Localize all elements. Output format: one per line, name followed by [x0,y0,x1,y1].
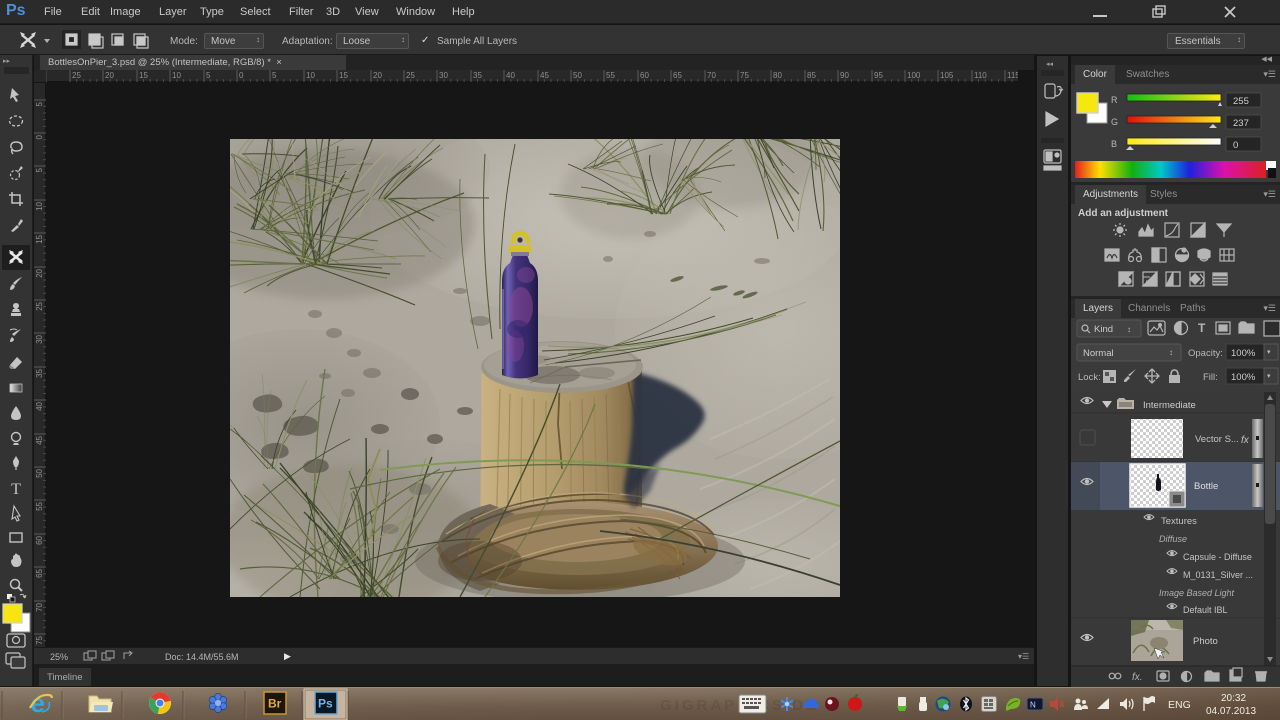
svg-text:0: 0 [1233,140,1238,151]
svg-text:15: 15 [339,71,348,80]
svg-text:80: 80 [773,71,782,80]
svg-text:70: 70 [35,602,44,611]
svg-text:35: 35 [35,368,44,377]
svg-text:▸▸: ▸▸ [3,58,11,65]
svg-text:fx.: fx. [1132,672,1143,683]
svg-text:10: 10 [172,71,181,80]
svg-text:Br: Br [268,697,282,711]
svg-text:0: 0 [35,134,44,139]
svg-text:10: 10 [306,71,315,80]
svg-text:70: 70 [707,71,716,80]
svg-text:Image Based Light: Image Based Light [1159,588,1235,598]
svg-text:04.07.2013: 04.07.2013 [1206,706,1256,717]
svg-text:25: 25 [35,301,44,310]
svg-text:10: 10 [35,201,44,210]
svg-text:Bottle: Bottle [1194,481,1218,492]
svg-text:5: 5 [272,71,277,80]
svg-text:95: 95 [874,71,883,80]
svg-text:237: 237 [1233,118,1249,129]
svg-text:Fill:: Fill: [1203,372,1218,383]
svg-text:Default IBL: Default IBL [1183,605,1228,615]
svg-text:N: N [1030,701,1036,710]
svg-text:fx: fx [1241,435,1250,446]
svg-text:Lock:: Lock: [1078,372,1101,383]
svg-text:20: 20 [373,71,382,80]
svg-text:Diffuse: Diffuse [1159,534,1187,544]
svg-text:20: 20 [35,268,44,277]
svg-text:B: B [1111,139,1117,149]
svg-text:25: 25 [406,71,415,80]
svg-text:255: 255 [1233,96,1249,107]
svg-text:50: 50 [35,468,44,477]
svg-text:30: 30 [35,334,44,343]
svg-text:60: 60 [35,535,44,544]
svg-text:R: R [1111,95,1118,105]
svg-text:Textures: Textures [1161,516,1197,527]
svg-text:0: 0 [239,71,244,80]
svg-text:ENG: ENG [1168,699,1191,711]
svg-text:↕: ↕ [1127,325,1131,334]
svg-text:100: 100 [907,71,921,80]
svg-text:45: 45 [35,435,44,444]
svg-text:↕: ↕ [1169,348,1173,357]
svg-text:60: 60 [640,71,649,80]
svg-text:Opacity:: Opacity: [1188,348,1223,359]
svg-text:5: 5 [206,71,211,80]
svg-text:115: 115 [1007,71,1018,80]
svg-text:105: 105 [940,71,954,80]
svg-text:5: 5 [35,101,44,106]
svg-text:50: 50 [573,71,582,80]
svg-text:65: 65 [673,71,682,80]
svg-text:45: 45 [540,71,549,80]
svg-text:75: 75 [35,635,44,644]
svg-text:55: 55 [35,501,44,510]
svg-text:T: T [11,481,21,498]
svg-text:5: 5 [35,167,44,172]
svg-text:G: G [1111,117,1118,127]
svg-text:90: 90 [840,71,849,80]
svg-text:15: 15 [35,234,44,243]
svg-text:55: 55 [606,71,615,80]
svg-text:Intermediate: Intermediate [1143,400,1196,411]
svg-text:T: T [1198,321,1206,335]
svg-text:Kind: Kind [1094,324,1113,335]
svg-text:▾: ▾ [1267,373,1271,380]
svg-text:Ps: Ps [318,697,333,711]
svg-text:Normal: Normal [1083,348,1114,359]
svg-text:Add an adjustment: Add an adjustment [1078,208,1169,219]
svg-text:65: 65 [35,568,44,577]
svg-text:20: 20 [105,71,114,80]
svg-text:Photo: Photo [1193,636,1218,647]
svg-text:Vector S...: Vector S... [1195,434,1239,445]
svg-text:M_0131_Silver ...: M_0131_Silver ... [1183,570,1253,580]
svg-text:Capsule - Diffuse: Capsule - Diffuse [1183,552,1252,562]
svg-text:20:32: 20:32 [1221,693,1246,704]
svg-text:15: 15 [139,71,148,80]
svg-text:110: 110 [974,71,987,80]
svg-text:30: 30 [439,71,448,80]
svg-text:100%: 100% [1231,372,1256,383]
svg-text:40: 40 [506,71,515,80]
svg-text:◂◂: ◂◂ [1046,61,1054,68]
svg-text:40: 40 [35,401,44,410]
svg-text:75: 75 [740,71,749,80]
svg-text:35: 35 [473,71,482,80]
svg-text:100%: 100% [1231,348,1256,359]
svg-text:▾: ▾ [1267,349,1271,356]
svg-text:85: 85 [807,71,816,80]
svg-text:25: 25 [72,71,81,80]
